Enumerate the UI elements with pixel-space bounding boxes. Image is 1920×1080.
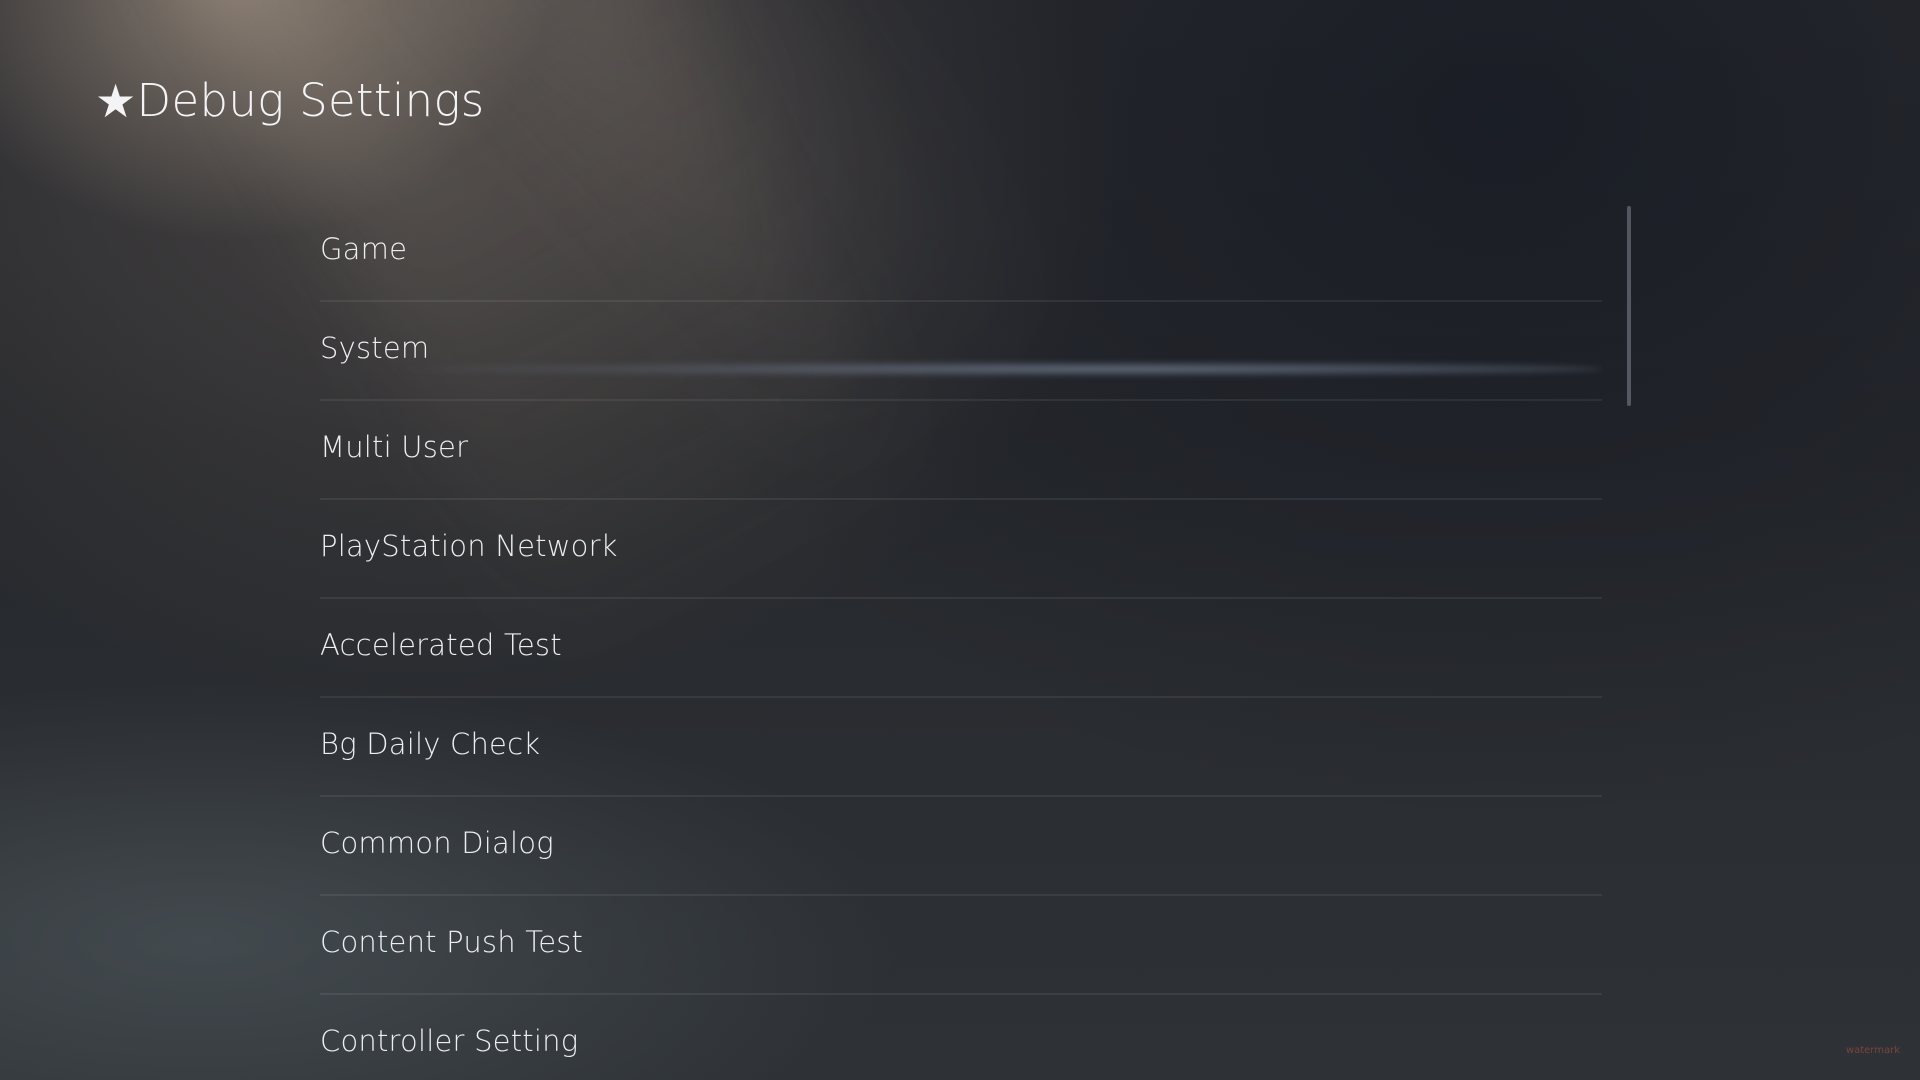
menu-item-label: Common Dialog bbox=[320, 826, 554, 860]
menu-item-bg-daily-check[interactable]: Bg Daily Check bbox=[320, 698, 1602, 797]
menu-item-label: PlayStation Network bbox=[320, 529, 618, 563]
menu-item-label: Multi User bbox=[320, 430, 469, 464]
menu-item-common-dialog[interactable]: Common Dialog bbox=[320, 797, 1602, 896]
menu-item-playstation-network[interactable]: PlayStation Network bbox=[320, 500, 1602, 599]
menu-item-label: Accelerated Test bbox=[320, 628, 562, 662]
menu-item-label: Content Push Test bbox=[320, 925, 584, 959]
focus-highlight bbox=[400, 361, 1602, 377]
menu-item-label: Controller Setting bbox=[320, 1024, 579, 1058]
page-title: ★ Debug Settings bbox=[95, 74, 485, 127]
menu-item-label: Bg Daily Check bbox=[320, 727, 541, 761]
settings-menu: Game System Multi User PlayStation Netwo… bbox=[320, 203, 1602, 1080]
menu-item-content-push-test[interactable]: Content Push Test bbox=[320, 896, 1602, 995]
star-icon: ★ bbox=[95, 73, 137, 128]
page-title-text: Debug Settings bbox=[136, 74, 485, 127]
menu-item-label: Game bbox=[320, 232, 408, 266]
menu-item-controller-setting[interactable]: Controller Setting bbox=[320, 995, 1602, 1080]
scrollbar[interactable] bbox=[1627, 206, 1631, 406]
menu-item-accelerated-test[interactable]: Accelerated Test bbox=[320, 599, 1602, 698]
menu-item-label: System bbox=[320, 331, 430, 365]
watermark: watermark bbox=[1845, 1045, 1900, 1056]
menu-item-multi-user[interactable]: Multi User bbox=[320, 401, 1602, 500]
menu-item-game[interactable]: Game bbox=[320, 203, 1602, 302]
menu-item-system[interactable]: System bbox=[320, 302, 1602, 401]
